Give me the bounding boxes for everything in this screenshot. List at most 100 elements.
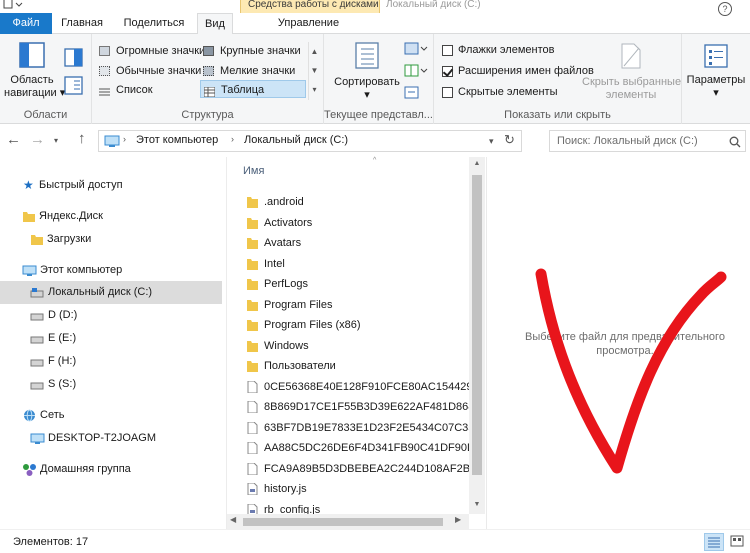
column-header-name[interactable]: Имя xyxy=(243,165,264,177)
navigation-pane-button[interactable]: Область навигации ▾ xyxy=(4,40,65,100)
hscrollbar-thumb[interactable] xyxy=(243,518,443,526)
group-by-button[interactable] xyxy=(404,42,428,58)
layout-large-icons[interactable]: Крупные значки xyxy=(200,42,304,60)
tab-manage[interactable]: Управление xyxy=(252,13,365,34)
file-name: AA88C5DC26DE6F4D341FB90C41DF90D xyxy=(264,442,471,454)
file-icon xyxy=(247,421,258,434)
horizontal-scrollbar[interactable]: ◀ ▶ xyxy=(227,514,469,529)
scroll-down-icon[interactable]: ▼ xyxy=(309,61,320,80)
file-extensions-toggle[interactable]: Расширения имен файлов xyxy=(442,63,594,79)
file-row[interactable]: 63BF7DB19E7833E1D23F2E5434C07C35 xyxy=(245,418,471,438)
file-icon xyxy=(247,442,258,454)
address-box[interactable]: › Этот компьютер › Локальный диск (C:) ▾… xyxy=(98,130,522,152)
layout-small-icons[interactable]: Мелкие значки xyxy=(200,62,304,80)
chevron-right-icon[interactable]: › xyxy=(123,134,126,144)
hidden-items-toggle[interactable]: Скрытые элементы xyxy=(442,84,582,100)
file-row[interactable]: Intel xyxy=(245,254,471,274)
scroll-up-icon[interactable]: ▲ xyxy=(469,160,485,167)
search-icon[interactable] xyxy=(729,136,741,148)
item-checkboxes-checkbox[interactable] xyxy=(442,45,453,56)
tab-file[interactable]: Файл xyxy=(0,13,52,34)
file-row[interactable]: Windows xyxy=(245,336,471,356)
refresh-icon[interactable]: ↻ xyxy=(504,132,515,148)
layout-scroll[interactable]: ▲ ▼ ▾ xyxy=(308,42,320,100)
file-row[interactable]: Program Files xyxy=(245,295,471,315)
scroll-up-icon[interactable]: ▲ xyxy=(309,42,320,61)
recent-locations-icon[interactable]: ▾ xyxy=(54,136,66,146)
navigation-pane-icon xyxy=(19,42,45,68)
file-row[interactable]: FCA9A89B5D3DBEBEA2C244D108AF2BC xyxy=(245,459,471,479)
nav-item-drive-h[interactable]: F (H:) xyxy=(0,350,222,373)
nav-item-homegroup[interactable]: Домашняя группа xyxy=(0,458,222,481)
breadcrumb-this-pc[interactable]: Этот компьютер xyxy=(136,134,218,146)
breadcrumb-local-disk[interactable]: Локальный диск (C:) xyxy=(244,134,348,146)
quick-access-icon[interactable] xyxy=(0,0,26,10)
quick-access-toolbar[interactable] xyxy=(0,0,26,10)
preview-pane-button[interactable] xyxy=(64,48,84,68)
hide-selected-button[interactable]: Скрыть выбранные элементы xyxy=(582,42,681,102)
sort-button[interactable]: Сортировать ▾ xyxy=(332,40,402,102)
tab-home[interactable]: Главная xyxy=(56,13,108,34)
nav-item-quick-access[interactable]: ★ Быстрый доступ xyxy=(0,174,222,197)
tab-view[interactable]: Вид xyxy=(197,13,233,35)
scroll-down-icon[interactable]: ▼ xyxy=(469,501,485,508)
nav-item-local-disk-c[interactable]: Локальный диск (C:) xyxy=(0,281,222,304)
layout-details[interactable]: Таблица xyxy=(200,80,306,98)
scrollbar-thumb[interactable] xyxy=(472,175,482,475)
file-name: FCA9A89B5D3DBEBEA2C244D108AF2BC xyxy=(264,462,471,475)
group-current-view-label: Текущее представл... xyxy=(324,109,433,121)
file-row[interactable]: Avatars xyxy=(245,233,471,253)
file-row[interactable]: AA88C5DC26DE6F4D341FB90C41DF90D xyxy=(245,438,471,458)
details-view-toggle[interactable] xyxy=(704,533,724,551)
nav-item-drive-d[interactable]: D (D:) xyxy=(0,304,222,327)
scroll-left-icon[interactable]: ◀ xyxy=(230,515,236,524)
hidden-items-checkbox[interactable] xyxy=(442,87,453,98)
file-row[interactable]: .android xyxy=(245,192,471,212)
group-areas: Область навигации ▾ Области xyxy=(0,34,92,124)
layout-extra-large-icons[interactable]: Огромные значки xyxy=(96,42,205,60)
details-pane-button[interactable] xyxy=(64,76,84,96)
nav-item-desktop-pc[interactable]: DESKTOP-T2JOAGM xyxy=(0,427,222,450)
file-row[interactable]: Activators xyxy=(245,213,471,233)
help-icon[interactable]: ? xyxy=(718,2,732,16)
layout-medium-icons[interactable]: Обычные значки xyxy=(96,62,201,80)
address-dropdown-icon[interactable]: ▾ xyxy=(489,136,494,147)
chevron-right-icon[interactable]: › xyxy=(231,134,234,144)
file-row[interactable]: Пользователи xyxy=(245,356,471,376)
add-columns-button[interactable] xyxy=(404,64,428,80)
file-row[interactable]: PerfLogs xyxy=(245,274,471,294)
layout-list[interactable]: Список xyxy=(96,81,200,99)
nav-item-network[interactable]: Сеть xyxy=(0,404,222,427)
file-name: Program Files (x86) xyxy=(264,319,361,331)
options-button[interactable]: Параметры ▾ xyxy=(684,42,748,100)
file-row[interactable]: 0CE56368E40E128F910FCE80AC154429. xyxy=(245,377,471,397)
large-icons-view-toggle[interactable] xyxy=(728,533,748,551)
nav-item-drive-s[interactable]: S (S:) xyxy=(0,373,222,396)
tab-share[interactable]: Поделиться xyxy=(119,13,189,34)
nav-item-yandex-disk[interactable]: Яндекс.Диск xyxy=(0,205,222,228)
navigation-pane-label-1: Область xyxy=(10,74,54,86)
nav-item-this-pc[interactable]: Этот компьютер xyxy=(0,259,222,282)
back-arrow-icon[interactable]: ← xyxy=(6,132,21,148)
nav-item-drive-e[interactable]: E (E:) xyxy=(0,327,222,350)
file-row[interactable]: history.js xyxy=(245,479,471,499)
vertical-scrollbar[interactable]: ▲ ▼ xyxy=(469,157,485,514)
preview-pane-icon xyxy=(64,48,83,67)
file-row[interactable]: Program Files (x86) xyxy=(245,315,471,335)
file-name: history.js xyxy=(264,483,307,495)
item-checkboxes-toggle[interactable]: Флажки элементов xyxy=(442,42,582,58)
nav-item-downloads[interactable]: Загрузки xyxy=(0,228,222,251)
up-arrow-icon[interactable]: ↑ xyxy=(78,131,92,147)
search-input[interactable]: Поиск: Локальный диск (C:) xyxy=(549,130,746,152)
size-columns-button[interactable] xyxy=(404,86,428,102)
file-name: Avatars xyxy=(264,237,302,249)
file-row[interactable]: 8B869D17CE1F55B3D39E622AF481D868 xyxy=(245,397,471,417)
status-bar: Элементов: 17 xyxy=(0,529,750,553)
expand-gallery-icon[interactable]: ▾ xyxy=(309,80,320,99)
forward-arrow-icon[interactable]: → xyxy=(30,132,45,148)
scroll-right-icon[interactable]: ▶ xyxy=(455,515,461,524)
list-icon xyxy=(99,85,110,96)
details-view-icon xyxy=(708,537,720,548)
file-extensions-checkbox[interactable] xyxy=(442,66,453,77)
folder-icon xyxy=(247,279,258,290)
